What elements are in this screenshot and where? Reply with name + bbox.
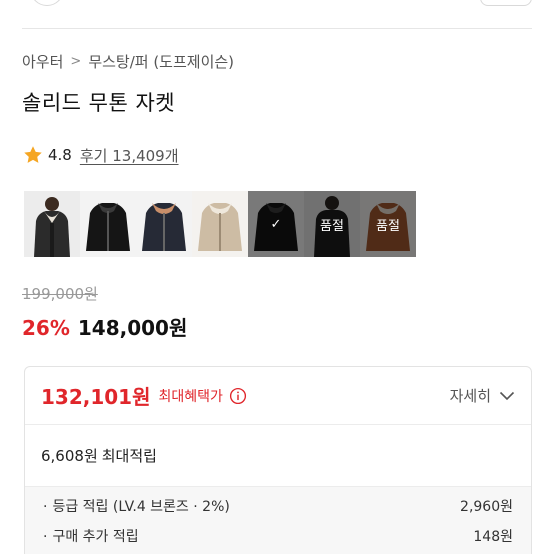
- discount-rate: 26%: [22, 316, 70, 340]
- points-breakdown-row: · 구매 추가 적립 148원: [43, 521, 513, 551]
- max-benefit-panel: 132,101원 최대혜택가 자세히 6,608원 최대적립 · 등급 적립 (L…: [24, 366, 532, 554]
- points-breakdown-label: 구매 추가 적립: [52, 529, 139, 545]
- review-count-link[interactable]: 후기 13,409개: [80, 145, 179, 166]
- points-breakdown: · 등급 적립 (LV.4 브론즈 · 2%) 2,960원 · 구매 추가 적립 …: [25, 487, 531, 554]
- jacket-image: [136, 191, 192, 257]
- product-title: 솔리드 무톤 자켓: [22, 91, 176, 115]
- top-action-button[interactable]: [480, 0, 532, 6]
- max-benefit-header: 132,101원 최대혜택가 자세히: [25, 367, 531, 425]
- jacket-image: [80, 191, 136, 257]
- jacket-image: [192, 191, 248, 257]
- sale-price: 148,000원: [77, 316, 188, 340]
- points-breakdown-row: · 등급 적립 (LV.4 브론즈 · 2%) 2,960원: [43, 487, 513, 521]
- thumb-soldout-2[interactable]: 품절: [360, 191, 416, 257]
- sold-out-label: 품절: [360, 191, 416, 257]
- thumb-model-jacket[interactable]: [24, 191, 80, 257]
- bullet-dot: ·: [43, 499, 48, 515]
- thumb-soldout-1[interactable]: 품절: [304, 191, 360, 257]
- breadcrumb: 아우터 > 무스탕/퍼 (도프제이슨): [22, 49, 234, 73]
- top-back-button[interactable]: [30, 0, 64, 6]
- jacket-image: [24, 191, 80, 257]
- detail-toggle-button[interactable]: 자세히: [450, 385, 515, 406]
- rating-row: 4.8 후기 13,409개: [22, 143, 179, 167]
- thumb-beige-jacket[interactable]: [192, 191, 248, 257]
- price-row: 26% 148,000원: [22, 312, 187, 341]
- points-breakdown-label: 등급 적립 (LV.4 브론즈 · 2%): [52, 499, 230, 515]
- points-breakdown-value: 148원: [473, 529, 513, 545]
- star-icon: [24, 146, 42, 163]
- original-price: 199,000원: [22, 285, 98, 303]
- breadcrumb-category[interactable]: 아우터: [22, 51, 63, 72]
- sold-out-label: 품절: [304, 191, 360, 257]
- max-points-amount: 6,608원: [41, 447, 98, 465]
- detail-toggle-label: 자세히: [449, 387, 491, 405]
- chevron-right-icon: >: [70, 53, 82, 69]
- rating-score: 4.8: [48, 146, 72, 164]
- top-divider: [22, 28, 532, 29]
- info-icon[interactable]: [229, 387, 247, 405]
- chevron-down-icon: [499, 391, 515, 400]
- points-breakdown-value: 2,960원: [460, 499, 513, 515]
- thumb-black-jacket[interactable]: [80, 191, 136, 257]
- selected-check-icon: ✓: [248, 191, 304, 257]
- breadcrumb-subcategory[interactable]: 무스탕/퍼 (도프제이슨): [88, 51, 234, 72]
- max-points-label: 최대적립: [101, 447, 157, 465]
- max-points-row: 6,608원 최대적립: [25, 425, 531, 487]
- max-benefit-price: 132,101원: [41, 385, 151, 409]
- color-thumbnail-list: ✓ 품절 품절: [24, 191, 416, 257]
- max-benefit-label: 최대혜택가: [158, 388, 223, 405]
- thumb-black-selected[interactable]: ✓: [248, 191, 304, 257]
- bullet-dot: ·: [43, 529, 48, 545]
- thumb-navy-jacket[interactable]: [136, 191, 192, 257]
